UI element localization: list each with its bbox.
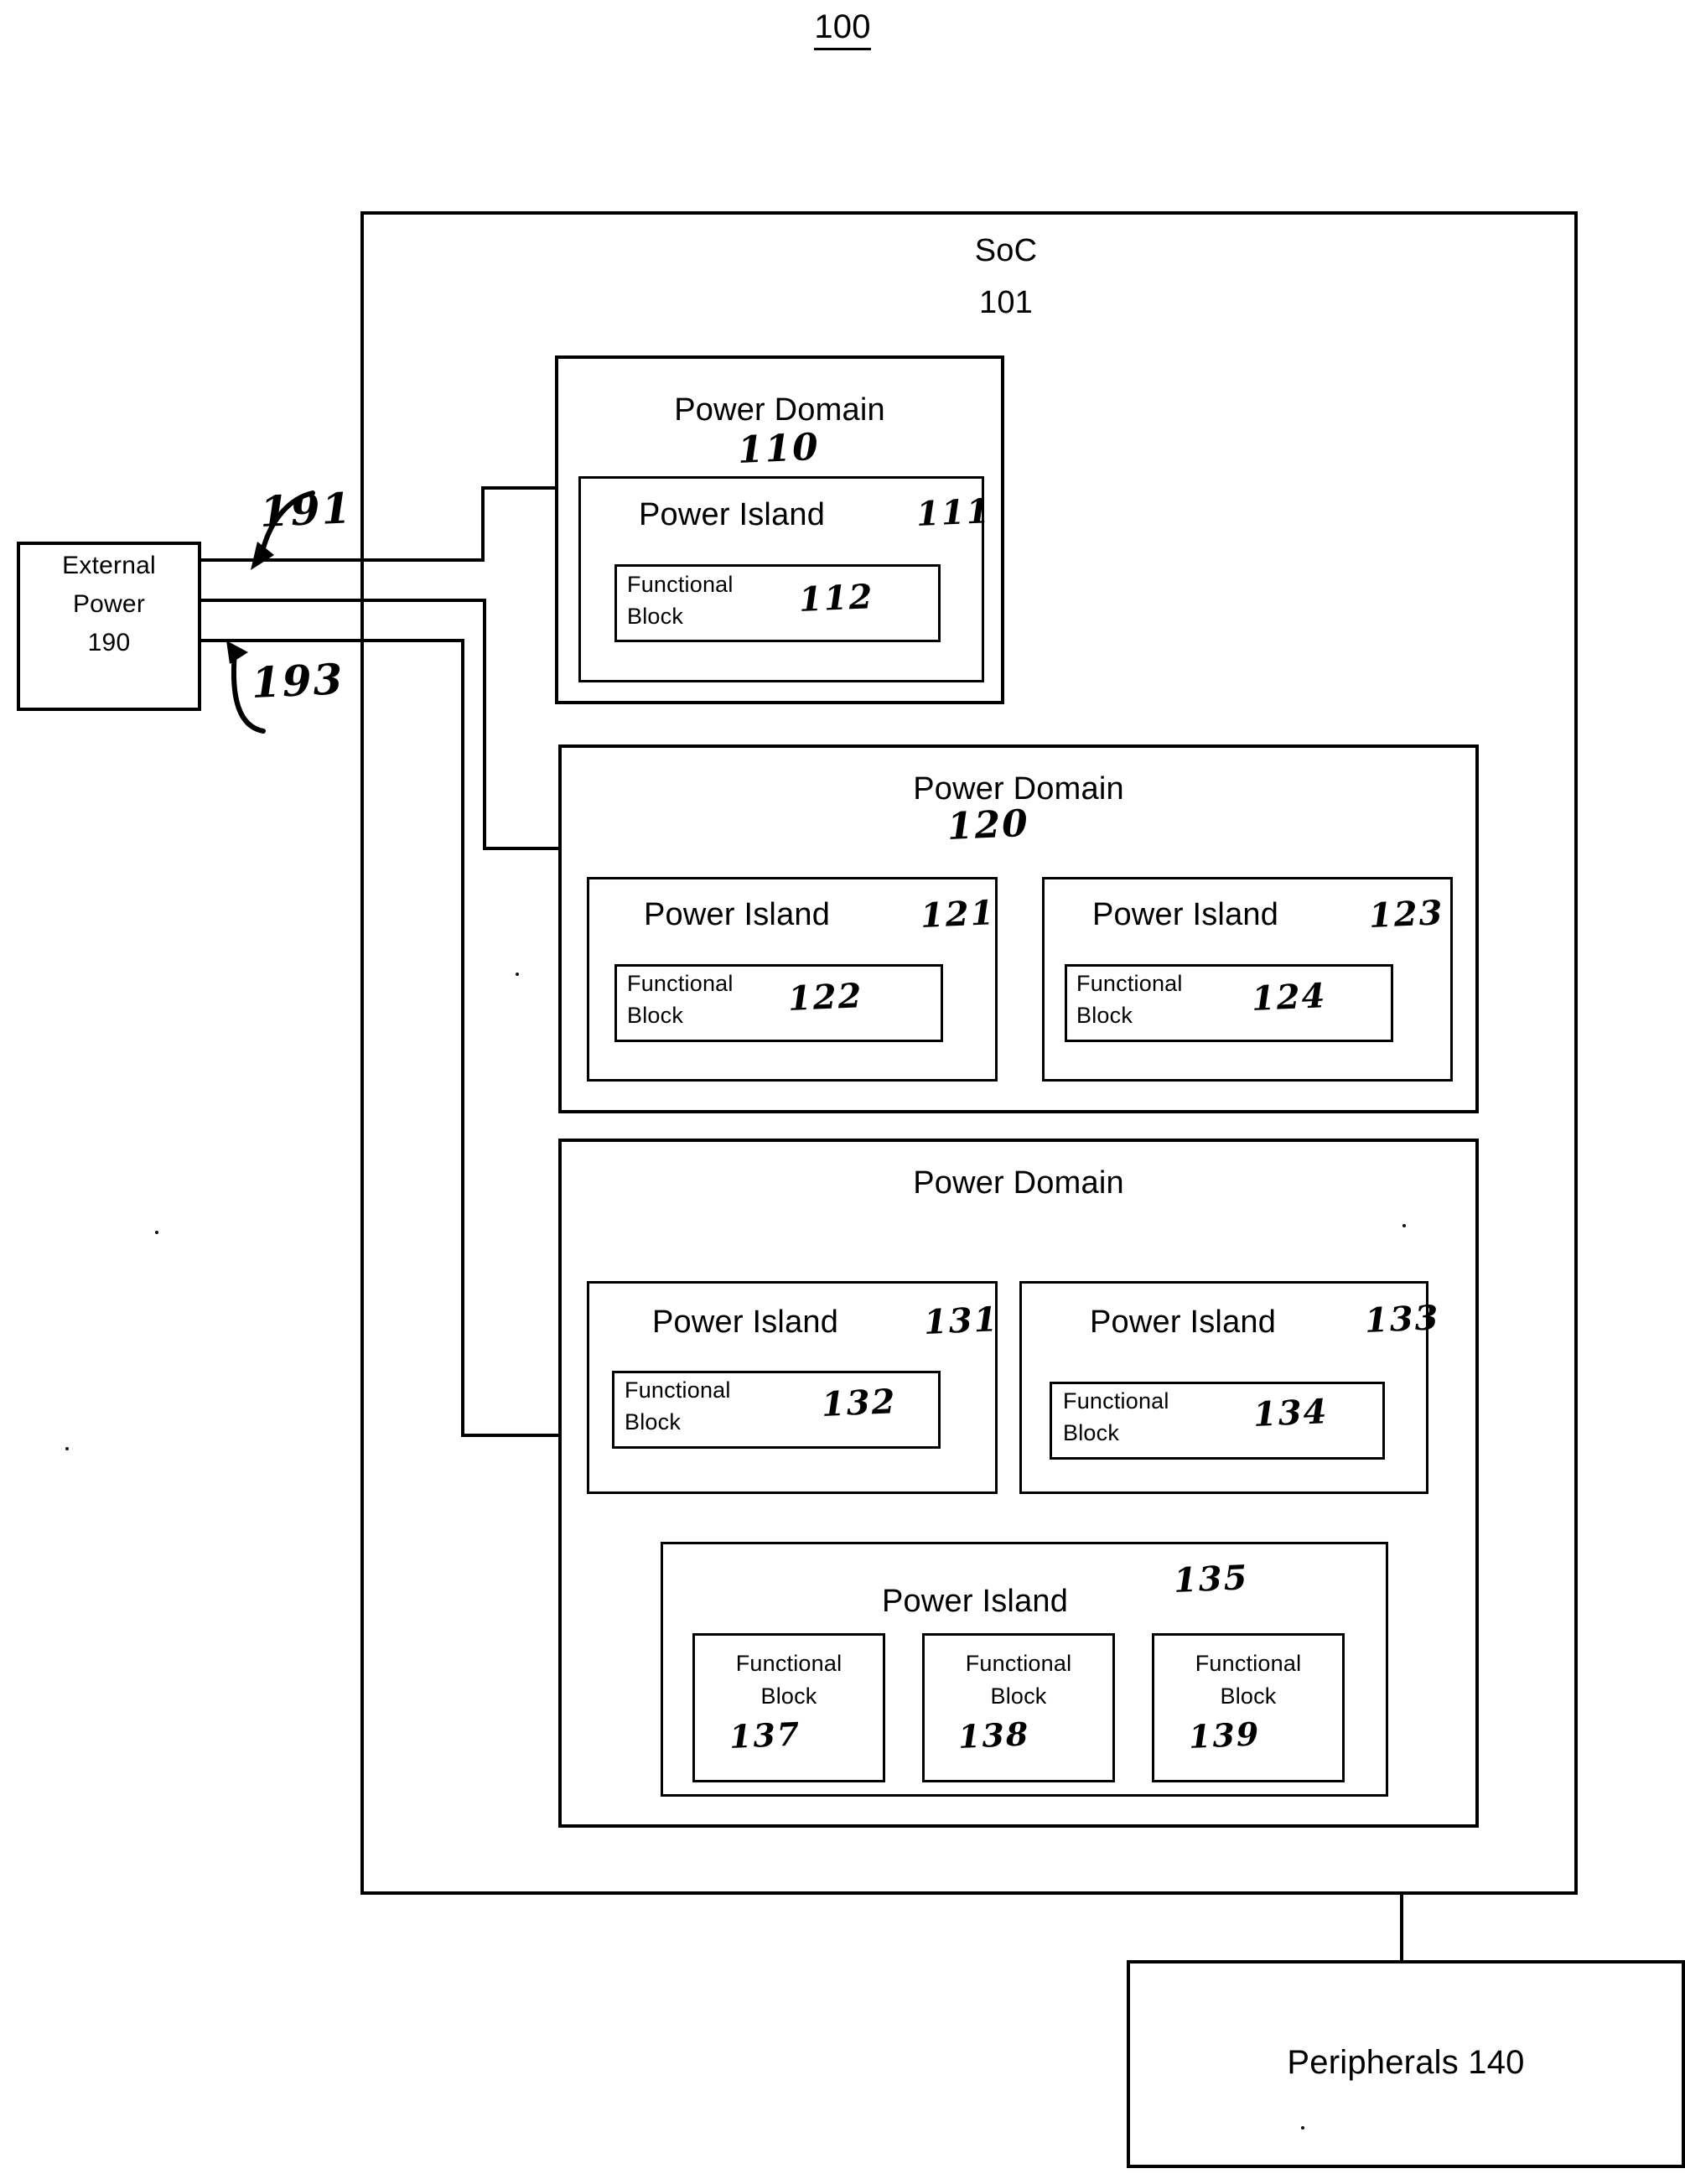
figure-number: 100 bbox=[0, 8, 1685, 50]
functional-block-138-label-line2: Block bbox=[990, 1683, 1047, 1709]
scan-speck bbox=[1402, 1224, 1406, 1227]
rail-191-segment-v bbox=[481, 486, 485, 562]
power-domain-130-label: Power Domain bbox=[913, 1165, 1124, 1201]
power-island-111-label: Power Island bbox=[639, 497, 826, 532]
power-island-123-ref: 123 bbox=[1367, 893, 1445, 936]
functional-block-112-ref: 112 bbox=[797, 577, 875, 620]
scan-speck bbox=[516, 973, 519, 976]
functional-block-139-ref: 139 bbox=[1187, 1715, 1262, 1756]
soc-ref: 101 bbox=[978, 285, 1033, 320]
external-power-label-line2: Power bbox=[72, 590, 146, 618]
power-island-121-ref: 121 bbox=[919, 893, 997, 936]
rail-192-segment-h2 bbox=[483, 847, 562, 850]
power-domain-110-ref: 110 bbox=[736, 425, 821, 472]
external-power-label-line1: External bbox=[62, 552, 156, 579]
power-island-123-label: Power Island bbox=[1092, 897, 1279, 932]
power-island-133-label: Power Island bbox=[1090, 1305, 1277, 1340]
soc-title: SoC bbox=[974, 233, 1038, 268]
scan-speck bbox=[1301, 2126, 1304, 2130]
callout-191-text: 191 bbox=[258, 483, 354, 537]
figure-number-text: 100 bbox=[814, 8, 871, 50]
external-power-ref: 190 bbox=[87, 629, 131, 656]
power-island-135-ref: 135 bbox=[1172, 1558, 1250, 1600]
functional-block-112-label-line1: Functional bbox=[627, 572, 734, 597]
rail-191-segment-h2 bbox=[481, 486, 558, 490]
functional-block-138-ref: 138 bbox=[957, 1715, 1031, 1756]
functional-block-134-label-line1: Functional bbox=[1063, 1388, 1169, 1414]
callout-193-text: 193 bbox=[250, 654, 345, 708]
functional-block-137-ref: 137 bbox=[728, 1715, 802, 1756]
functional-block-122-label-line2: Block bbox=[627, 1003, 684, 1028]
functional-block-124-label-line2: Block bbox=[1076, 1003, 1133, 1028]
soc-left-border-overdraw bbox=[360, 211, 364, 1895]
patent-figure-page: 100 SoC 101 External Power 190 191 193 P… bbox=[0, 0, 1685, 2184]
power-island-135-label: Power Island bbox=[882, 1584, 1069, 1619]
functional-block-132-ref: 132 bbox=[820, 1382, 898, 1424]
scan-speck bbox=[155, 1231, 158, 1234]
soc-to-peripherals-connector bbox=[1400, 1893, 1403, 1962]
functional-block-122-label-line1: Functional bbox=[627, 971, 734, 996]
power-island-131-ref: 131 bbox=[922, 1300, 1000, 1342]
functional-block-132-label-line2: Block bbox=[625, 1409, 682, 1434]
rail-192-segment-v bbox=[483, 599, 486, 850]
rail-193-segment-h2 bbox=[461, 1434, 562, 1437]
functional-block-138-label-line1: Functional bbox=[965, 1651, 1072, 1676]
power-island-133-ref: 133 bbox=[1363, 1298, 1441, 1341]
functional-block-139-label-line1: Functional bbox=[1195, 1651, 1302, 1676]
functional-block-112-label-line2: Block bbox=[627, 604, 684, 629]
power-domain-110-label: Power Domain bbox=[674, 392, 885, 428]
functional-block-124-ref: 124 bbox=[1250, 976, 1328, 1019]
peripherals-label: Peripherals 140 bbox=[1287, 2044, 1525, 2081]
functional-block-134-label-line2: Block bbox=[1063, 1420, 1120, 1445]
power-island-131-label: Power Island bbox=[652, 1305, 839, 1340]
functional-block-137-label-line1: Functional bbox=[735, 1651, 842, 1676]
power-island-121-label: Power Island bbox=[644, 897, 831, 932]
rail-193-segment-v bbox=[461, 639, 464, 1437]
rail-192-segment-h1 bbox=[200, 599, 486, 602]
power-domain-120-ref: 120 bbox=[946, 801, 1030, 848]
functional-block-134-ref: 134 bbox=[1252, 1392, 1330, 1434]
power-domain-120-label: Power Domain bbox=[913, 771, 1124, 807]
scan-speck bbox=[65, 1447, 69, 1450]
functional-block-122-ref: 122 bbox=[786, 976, 864, 1019]
functional-block-132-label-line1: Functional bbox=[625, 1377, 731, 1403]
power-island-111-ref: 111 bbox=[915, 491, 993, 534]
functional-block-137-label-line2: Block bbox=[760, 1683, 817, 1709]
functional-block-124-label-line1: Functional bbox=[1076, 971, 1183, 996]
functional-block-139-label-line2: Block bbox=[1220, 1683, 1277, 1709]
